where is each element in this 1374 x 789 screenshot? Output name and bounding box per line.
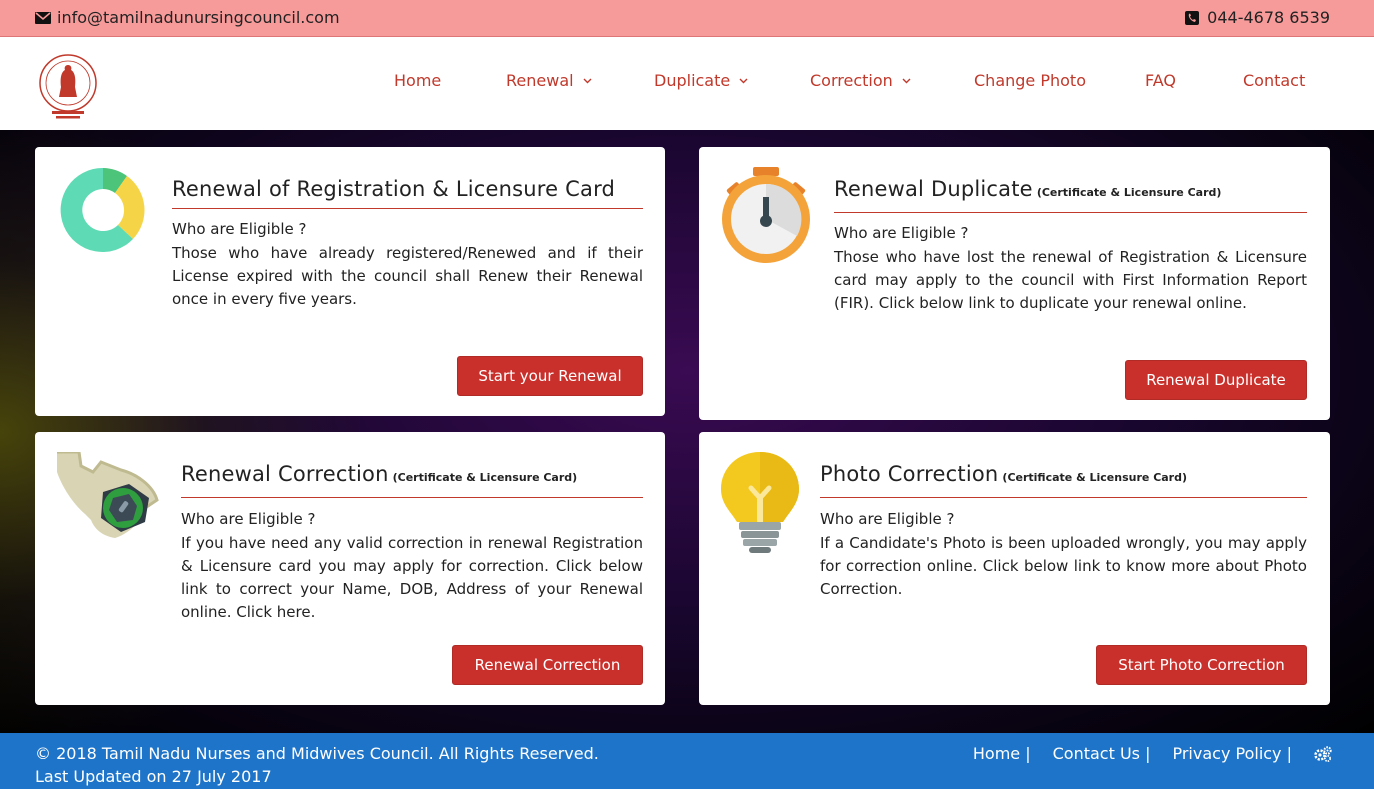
top-contact-bar: info@tamilnadunursingcouncil.com 044-467…	[0, 0, 1374, 37]
nav-renewal[interactable]: Renewal	[506, 71, 592, 90]
main-navbar: Home Renewal Duplicate Correction Change…	[0, 37, 1374, 130]
photo-correction-card: Photo Correction (Certificate & Licensure…	[699, 432, 1330, 705]
nav-faq[interactable]: FAQ	[1145, 71, 1176, 90]
photo-card-title: Photo Correction (Certificate & Licensure…	[820, 462, 1187, 486]
copyright-text: © 2018 Tamil Nadu Nurses and Midwives Co…	[35, 744, 599, 763]
correction-card-description: If you have need any valid correction in…	[181, 534, 643, 621]
duplicate-card-title: Renewal Duplicate (Certificate & Licensur…	[834, 177, 1221, 201]
eligibility-heading: Who are Eligible ?	[181, 510, 316, 528]
phone-text: 044-4678 6539	[1207, 8, 1330, 27]
nav-correction-label: Correction	[810, 71, 893, 90]
renewal-duplicate-button[interactable]: Renewal Duplicate	[1125, 360, 1307, 400]
correction-card-title: Renewal Correction (Certificate & Licensu…	[181, 462, 577, 486]
footer-link-home[interactable]: Home |	[973, 744, 1031, 763]
stopwatch-icon	[722, 167, 810, 263]
duplicate-title-subtitle: (Certificate & Licensure Card)	[1036, 186, 1222, 199]
light-bulb-icon	[721, 452, 799, 553]
eligibility-heading: Who are Eligible ?	[834, 224, 969, 242]
start-photo-correction-button[interactable]: Start Photo Correction	[1096, 645, 1307, 685]
footer-link-contact[interactable]: Contact Us |	[1053, 744, 1151, 763]
nav-contact-label: Contact	[1243, 71, 1306, 90]
nav-duplicate[interactable]: Duplicate	[654, 71, 748, 90]
photo-card-description: If a Candidate's Photo is been uploaded …	[820, 534, 1307, 598]
renewal-correction-button[interactable]: Renewal Correction	[452, 645, 643, 685]
chevron-down-icon	[739, 78, 748, 83]
photo-title-subtitle: (Certificate & Licensure Card)	[1002, 471, 1188, 484]
nav-home[interactable]: Home	[394, 71, 441, 90]
footer-links: Home | Contact Us | Privacy Policy |	[951, 744, 1332, 763]
chevron-down-icon	[902, 78, 911, 83]
nav-menu: Home Renewal Duplicate Correction Change…	[0, 71, 1374, 101]
duplicate-card-description: Those who have lost the renewal of Regis…	[834, 248, 1307, 312]
renewal-card-title: Renewal of Registration & Licensure Card	[172, 177, 616, 201]
phone-icon	[1185, 10, 1200, 25]
renewal-card-description: Those who have already registered/Renewe…	[172, 244, 643, 308]
nav-change-photo[interactable]: Change Photo	[974, 71, 1086, 90]
email-text: info@tamilnadunursingcouncil.com	[57, 8, 340, 27]
eligibility-heading: Who are Eligible ?	[820, 510, 955, 528]
duplicate-title-text: Renewal Duplicate	[834, 177, 1033, 201]
nav-contact[interactable]: Contact	[1243, 71, 1305, 90]
title-divider	[834, 212, 1307, 213]
correction-card: Renewal Correction (Certificate & Licensu…	[35, 432, 665, 705]
footer-link-privacy[interactable]: Privacy Policy |	[1172, 744, 1292, 763]
nav-renewal-label: Renewal	[506, 71, 574, 90]
start-renewal-button[interactable]: Start your Renewal	[457, 356, 643, 396]
chevron-down-icon	[583, 78, 592, 83]
nav-home-label: Home	[394, 71, 442, 90]
photo-title-text: Photo Correction	[820, 462, 999, 486]
renewal-card: Renewal of Registration & Licensure Card…	[35, 147, 665, 416]
nav-correction[interactable]: Correction	[810, 71, 911, 90]
correction-title-text: Renewal Correction	[181, 462, 389, 486]
nav-faq-label: FAQ	[1145, 71, 1176, 90]
correction-title-subtitle: (Certificate & Licensure Card)	[392, 471, 578, 484]
nav-duplicate-label: Duplicate	[654, 71, 731, 90]
title-divider	[181, 497, 643, 498]
top-phone[interactable]: 044-4678 6539	[1185, 8, 1330, 27]
title-divider	[820, 497, 1307, 498]
gears-icon[interactable]	[1314, 745, 1332, 762]
nav-change-photo-label: Change Photo	[974, 71, 1086, 90]
eligibility-heading: Who are Eligible ?	[172, 220, 307, 238]
wrench-icon	[57, 452, 159, 538]
donut-chart-icon	[60, 167, 145, 252]
title-divider	[172, 208, 643, 209]
site-footer: © 2018 Tamil Nadu Nurses and Midwives Co…	[0, 733, 1374, 789]
top-email[interactable]: info@tamilnadunursingcouncil.com	[35, 8, 340, 27]
last-updated-text: Last Updated on 27 July 2017	[35, 767, 272, 786]
envelope-icon	[35, 11, 51, 24]
duplicate-card: Renewal Duplicate (Certificate & Licensur…	[699, 147, 1330, 420]
